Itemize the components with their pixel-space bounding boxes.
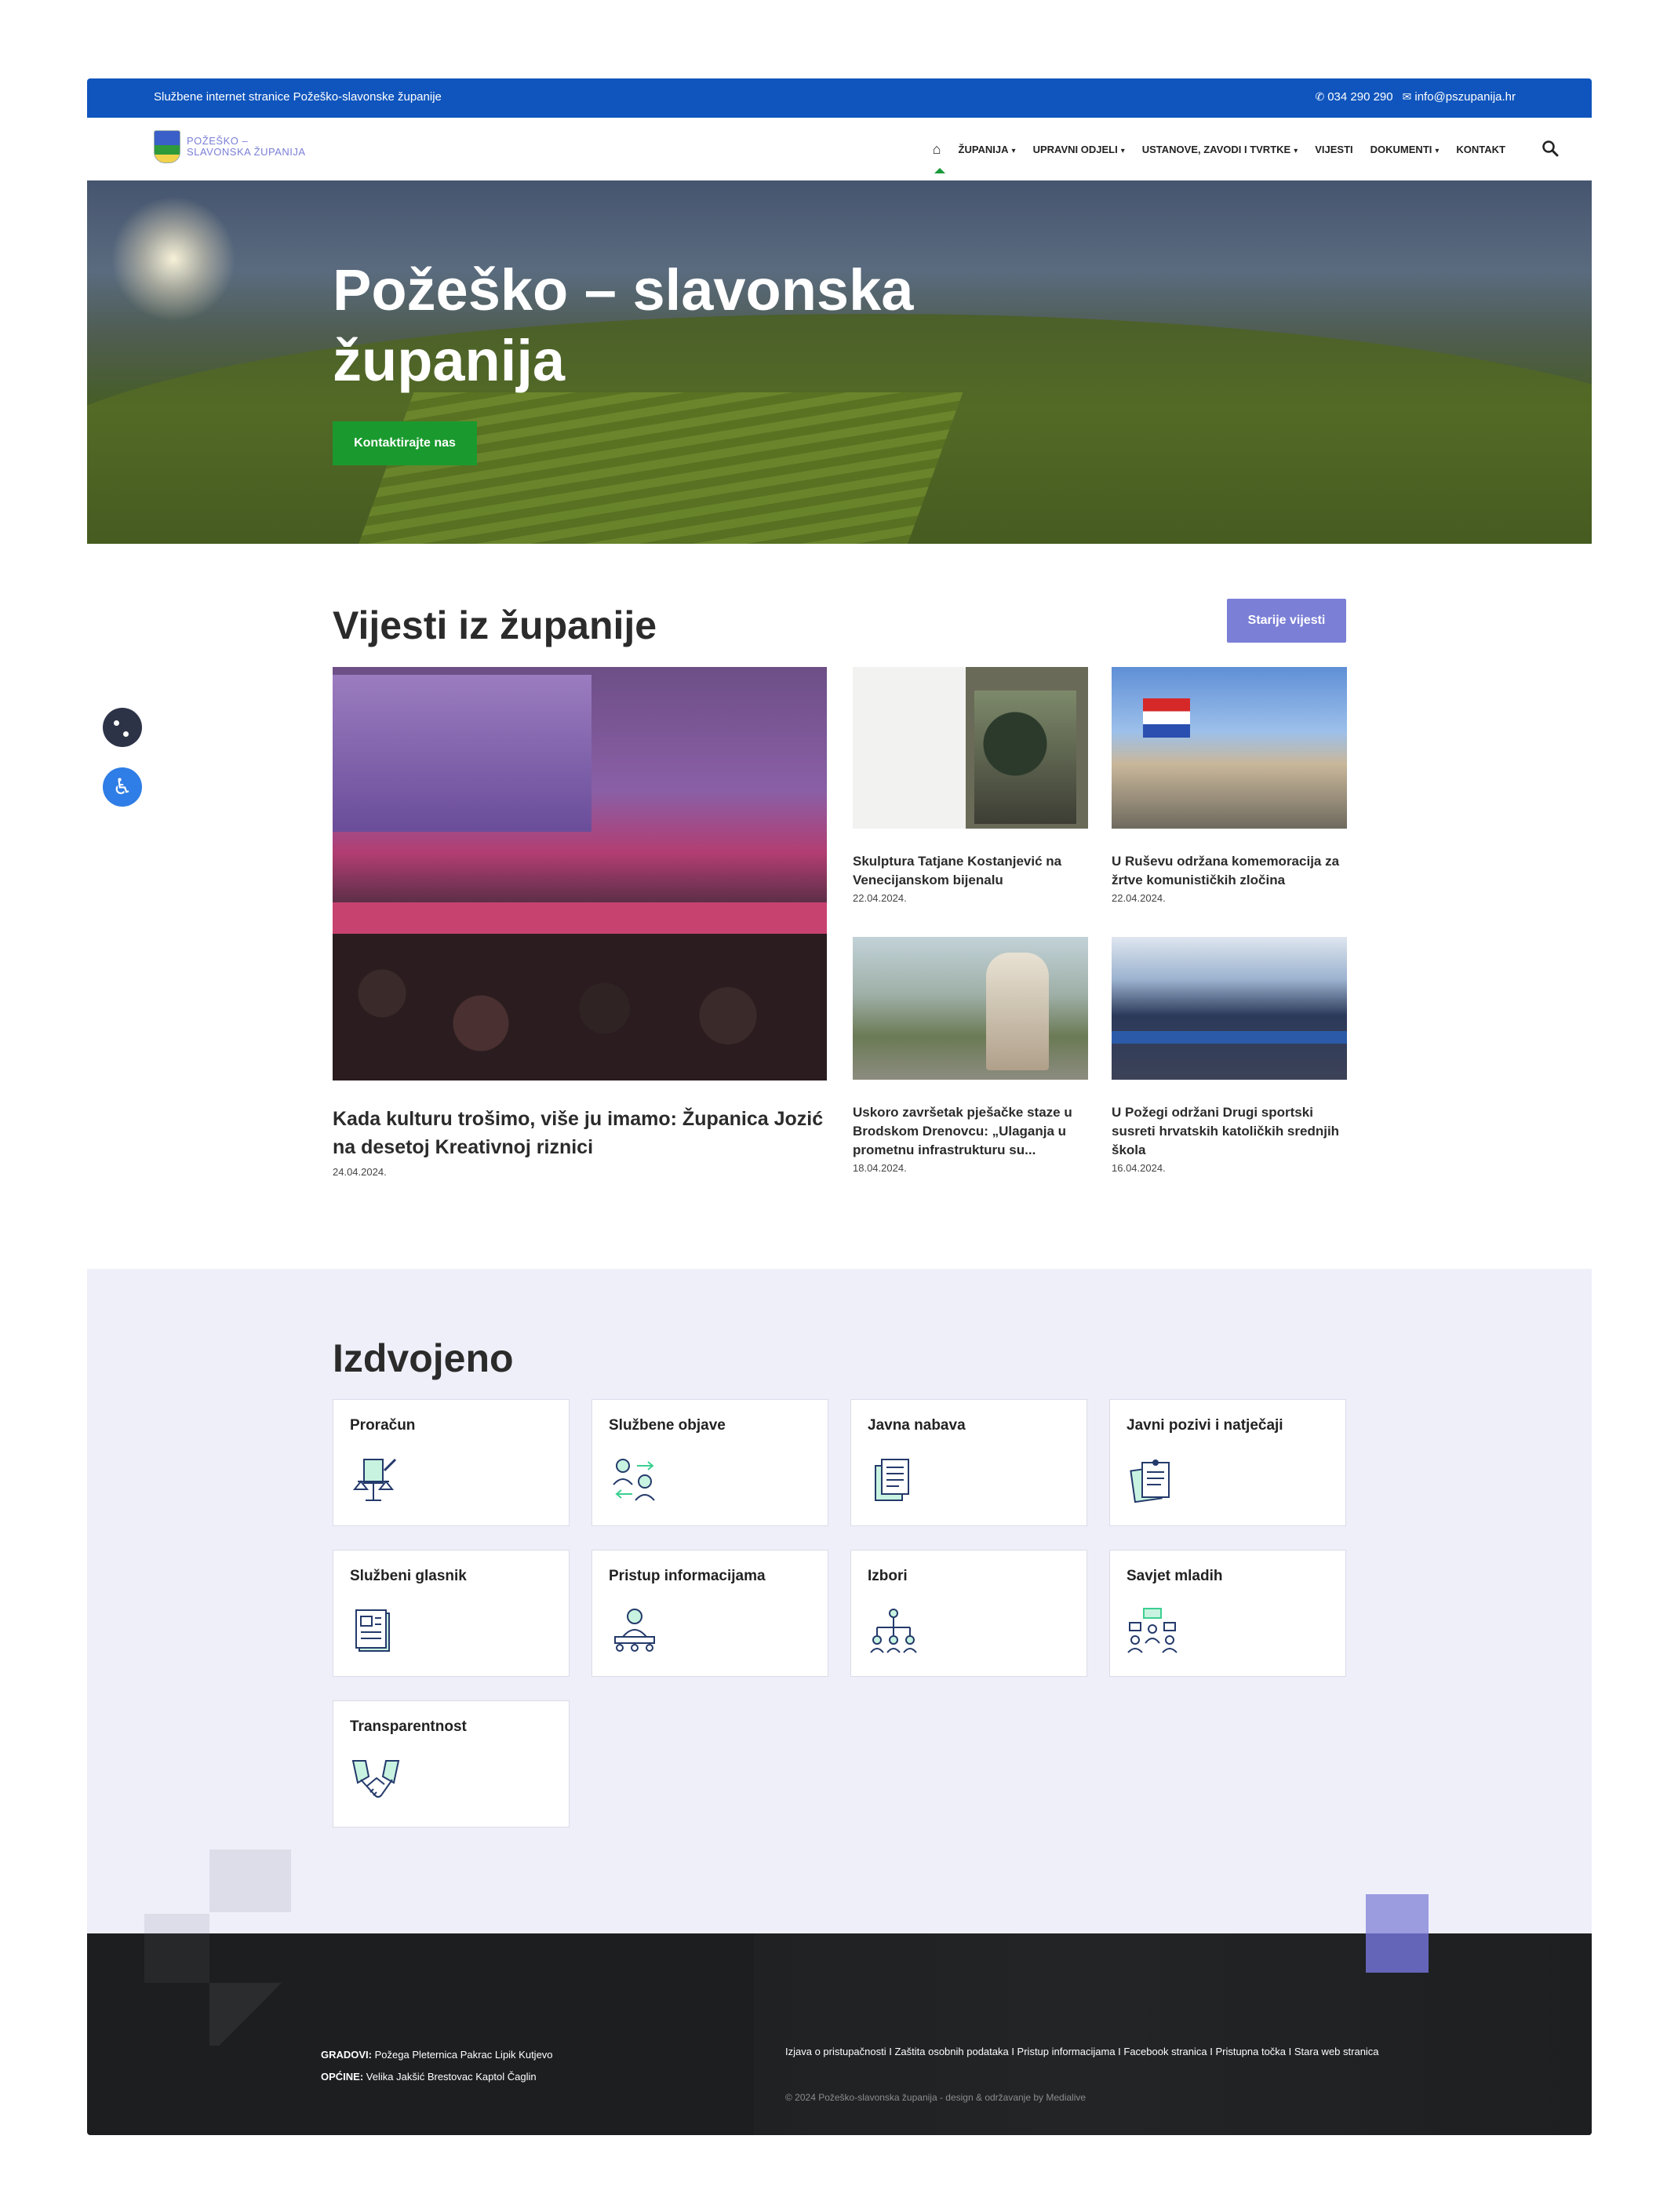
- budget-icon: [352, 1458, 397, 1501]
- page-frame: Službene internet stranice Požeško-slavo…: [87, 78, 1592, 2135]
- accessibility-icon[interactable]: ♿: [103, 767, 142, 807]
- site-label: Službene internet stranice Požeško-slavo…: [154, 90, 442, 104]
- featured-card-label: Pristup informacijama: [609, 1568, 766, 1584]
- main-navigation: POŽEŠKO – SLAVONSKA ŽUPANIJA ⌂ ŽUPANIJA ▾…: [87, 118, 1592, 180]
- main-news-title[interactable]: Kada kulturu trošimo, više ju imamo: Žup…: [333, 1105, 827, 1161]
- audience: [333, 934, 827, 1080]
- nav-item-upravni-odjeli[interactable]: UPRAVNI ODJELI ▾: [1033, 144, 1125, 155]
- elections-icon: [870, 1609, 917, 1653]
- copyright: © 2024 Požeško-slavonska županija - desi…: [785, 2092, 1087, 2103]
- news-card[interactable]: U Požegi održani Drugi sportski susreti …: [1112, 937, 1347, 1174]
- cities-line: GRADOVI: Požega Pleternica Pakrac Lipik …: [321, 2049, 553, 2061]
- featured-card-javni-pozivi[interactable]: Javni pozivi i natječaji: [1109, 1399, 1346, 1526]
- featured-card-label: Službene objave: [609, 1417, 726, 1434]
- email-link[interactable]: ✉ info@pszupanija.hr: [1403, 90, 1516, 104]
- news-card[interactable]: U Ruševu održana komemoracija za žrtve k…: [1112, 667, 1347, 904]
- featured-card-javna-nabava[interactable]: Javna nabava: [850, 1399, 1087, 1526]
- chevron-down-icon: ▾: [1294, 146, 1298, 155]
- news-date: 22.04.2024.: [853, 892, 907, 904]
- featured-card-label: Savjet mladih: [1127, 1568, 1223, 1584]
- transparency-icon: [351, 1760, 400, 1798]
- nav-item-vijesti[interactable]: VIJESTI: [1315, 144, 1352, 155]
- public-calls-icon: [1130, 1459, 1170, 1503]
- decorative-triangle: [209, 1983, 291, 2046]
- featured-card-transparentnost[interactable]: Transparentnost: [333, 1700, 570, 1828]
- decorative-square: [144, 1933, 209, 1983]
- nav-item-zupanija[interactable]: ŽUPANIJA ▾: [959, 144, 1016, 155]
- featured-heading: Izdvojeno: [333, 1336, 514, 1380]
- chevron-down-icon: ▾: [1011, 146, 1016, 155]
- news-title[interactable]: U Ruševu održana komemoracija za žrtve k…: [1112, 852, 1347, 890]
- nav-item-kontakt[interactable]: KONTAKT: [1456, 144, 1505, 155]
- contact-button[interactable]: Kontaktirajte nas: [333, 421, 477, 465]
- news-date: 18.04.2024.: [853, 1162, 907, 1174]
- news-title[interactable]: Uskoro završetak pješačke staze u Brodsk…: [853, 1103, 1088, 1160]
- chevron-down-icon: ▾: [1435, 146, 1440, 155]
- youth-council-icon: [1127, 1608, 1178, 1653]
- nav-item-ustanove[interactable]: USTANOVE, ZAVODI I TVRTKE ▾: [1142, 144, 1298, 155]
- hero-banner: Požeško – slavonska županija Kontaktiraj…: [87, 180, 1592, 544]
- nav-item-dokumenti[interactable]: DOKUMENTI ▾: [1370, 144, 1440, 155]
- stage-screen: [333, 675, 591, 832]
- chevron-down-icon: ▾: [1120, 146, 1125, 155]
- logo-line-1: POŽEŠKO –: [187, 135, 249, 147]
- decorative-square: [144, 1914, 209, 1933]
- cookie-icon[interactable]: [103, 708, 142, 747]
- contact-info: ✆ 034 290 290 ✉ info@pszupanija.hr: [1315, 90, 1516, 104]
- hero-vineyards: [356, 392, 963, 544]
- main-news-image[interactable]: [333, 667, 827, 1080]
- news-image[interactable]: [1112, 937, 1347, 1080]
- public-procurement-icon: [875, 1459, 909, 1501]
- hero-title: Požeško – slavonska županija: [333, 257, 914, 393]
- home-icon[interactable]: ⌂: [933, 141, 945, 173]
- featured-card-label: Javni pozivi i natječaji: [1127, 1417, 1283, 1434]
- site-footer: GRADOVI: Požega Pleternica Pakrac Lipik …: [87, 1894, 1592, 2135]
- cities-list[interactable]: Požega Pleternica Pakrac Lipik Kutjevo: [375, 2049, 553, 2061]
- nav-menu: ⌂ ŽUPANIJA ▾ UPRAVNI ODJELI ▾ USTANOVE, ZA…: [933, 118, 1505, 180]
- featured-section: Izdvojeno Proračun Službene objave Javna…: [87, 1269, 1592, 1933]
- featured-card-sluzbene-objave[interactable]: Službene objave: [591, 1399, 828, 1526]
- news-heading: Vijesti iz županije: [333, 603, 657, 647]
- official-gazette-icon: [355, 1609, 390, 1652]
- official-announcements-icon: [613, 1459, 655, 1501]
- featured-card-savjet-mladih[interactable]: Savjet mladih: [1109, 1550, 1346, 1677]
- news-date: 16.04.2024.: [1112, 1162, 1166, 1174]
- news-image[interactable]: [1112, 667, 1347, 829]
- main-news-date: 24.04.2024.: [333, 1166, 387, 1178]
- news-card[interactable]: Uskoro završetak pješačke staze u Brodsk…: [853, 937, 1088, 1174]
- featured-card-label: Izbori: [868, 1568, 908, 1584]
- footer-panel: [754, 1933, 1592, 2135]
- envelope-icon: ✉: [1402, 90, 1412, 103]
- access-information-icon: [614, 1609, 655, 1652]
- phone-link[interactable]: ✆ 034 290 290: [1315, 90, 1392, 104]
- coat-of-arms-icon: [154, 130, 180, 163]
- featured-card-izbori[interactable]: Izbori: [850, 1550, 1087, 1677]
- footer-cities: GRADOVI: Požega Pleternica Pakrac Lipik …: [321, 2044, 553, 2088]
- search-icon[interactable]: [1542, 140, 1559, 157]
- site-logo[interactable]: POŽEŠKO – SLAVONSKA ŽUPANIJA: [154, 130, 306, 163]
- older-news-button[interactable]: Starije vijesti: [1227, 599, 1346, 643]
- news-card[interactable]: Skulptura Tatjane Kostanjević na Venecij…: [853, 667, 1088, 904]
- logo-line-2: SLAVONSKA ŽUPANIJA: [187, 146, 306, 158]
- municipalities-list[interactable]: Velika Jakšić Brestovac Kaptol Čaglin: [366, 2071, 537, 2083]
- news-date: 22.04.2024.: [1112, 892, 1166, 904]
- decorative-purple-block: [1366, 1894, 1429, 1973]
- featured-card-label: Proračun: [350, 1417, 416, 1434]
- hero-sun: [111, 196, 236, 322]
- featured-card-sluzbeni-glasnik[interactable]: Službeni glasnik: [333, 1550, 570, 1677]
- municipalities-line: OPĆINE: Velika Jakšić Brestovac Kaptol Č…: [321, 2071, 537, 2083]
- news-image[interactable]: [853, 937, 1088, 1080]
- footer-links[interactable]: Izjava o pristupačnosti I Zaštita osobni…: [785, 2044, 1381, 2060]
- news-title[interactable]: U Požegi održani Drugi sportski susreti …: [1112, 1103, 1347, 1160]
- news-image[interactable]: [853, 667, 1088, 829]
- news-title[interactable]: Skulptura Tatjane Kostanjević na Venecij…: [853, 852, 1088, 890]
- phone-icon: ✆: [1315, 90, 1325, 103]
- decorative-square: [209, 1849, 291, 1912]
- featured-card-label: Javna nabava: [868, 1417, 966, 1434]
- featured-card-proracun[interactable]: Proračun: [333, 1399, 570, 1526]
- featured-card-pristup-informacijama[interactable]: Pristup informacijama: [591, 1550, 828, 1677]
- featured-card-label: Transparentnost: [350, 1718, 467, 1735]
- top-bar: Službene internet stranice Požeško-slavo…: [87, 78, 1592, 118]
- featured-card-label: Službeni glasnik: [350, 1568, 467, 1584]
